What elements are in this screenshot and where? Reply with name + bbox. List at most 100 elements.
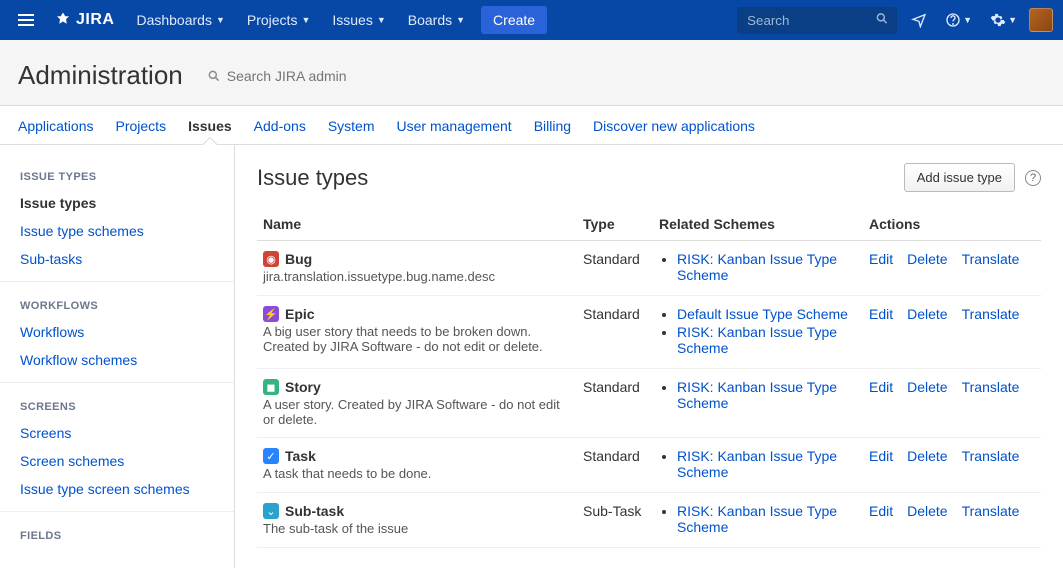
user-avatar[interactable] bbox=[1029, 8, 1053, 32]
tab-user-management[interactable]: User management bbox=[397, 118, 512, 144]
issue-type-type: Standard bbox=[577, 241, 653, 296]
sidebar-item-workflow-schemes[interactable]: Workflow schemes bbox=[0, 346, 234, 374]
issue-type-description: jira.translation.issuetype.bug.name.desc bbox=[263, 269, 571, 284]
add-issue-type-button[interactable]: Add issue type bbox=[904, 163, 1015, 192]
table-row: ⚡ Epic A big user story that needs to be… bbox=[257, 296, 1041, 369]
issue-type-name: Story bbox=[285, 379, 321, 395]
tab-system[interactable]: System bbox=[328, 118, 375, 144]
nav-item-label: Projects bbox=[247, 12, 298, 28]
jira-logo[interactable]: JIRA bbox=[54, 11, 114, 29]
nav-item-projects[interactable]: Projects ▼ bbox=[237, 4, 321, 36]
scheme-link[interactable]: RISK: Kanban Issue Type Scheme bbox=[677, 503, 837, 535]
nav-right-icons: ▼ ▼ bbox=[905, 6, 1053, 34]
issue-type-type: Standard bbox=[577, 369, 653, 438]
global-search-input[interactable] bbox=[737, 7, 897, 34]
scheme-link[interactable]: RISK: Kanban Issue Type Scheme bbox=[677, 251, 837, 283]
issue-type-description: A task that needs to be done. bbox=[263, 466, 571, 481]
issue-type-name: Bug bbox=[285, 251, 312, 267]
sidebar-item-sub-tasks[interactable]: Sub-tasks bbox=[0, 245, 234, 273]
sidebar-section-title: ISSUE TYPES bbox=[0, 161, 234, 189]
issue-type-description: A user story. Created by JIRA Software -… bbox=[263, 397, 571, 427]
delete-link[interactable]: Delete bbox=[907, 503, 947, 519]
issue-type-type: Sub-Task bbox=[577, 493, 653, 548]
table-row: ✓ Task A task that needs to be done. Sta… bbox=[257, 438, 1041, 493]
tab-projects[interactable]: Projects bbox=[116, 118, 167, 144]
search-icon bbox=[207, 69, 221, 83]
delete-link[interactable]: Delete bbox=[907, 306, 947, 322]
issue-type-name: Sub-task bbox=[285, 503, 344, 519]
nav-item-label: Boards bbox=[408, 12, 452, 28]
content-title: Issue types bbox=[257, 165, 368, 191]
help-icon[interactable]: ▼ bbox=[939, 6, 978, 34]
app-switcher-icon[interactable] bbox=[10, 6, 42, 34]
translate-link[interactable]: Translate bbox=[962, 503, 1020, 519]
edit-link[interactable]: Edit bbox=[869, 251, 893, 267]
issue-type-icon: ◉ bbox=[263, 251, 279, 267]
delete-link[interactable]: Delete bbox=[907, 448, 947, 464]
sidebar-item-issue-type-screen-schemes[interactable]: Issue type screen schemes bbox=[0, 475, 234, 503]
delete-link[interactable]: Delete bbox=[907, 251, 947, 267]
sidebar-item-issue-types[interactable]: Issue types bbox=[0, 189, 234, 217]
table-row: ◉ Bug jira.translation.issuetype.bug.nam… bbox=[257, 241, 1041, 296]
nav-item-issues[interactable]: Issues ▼ bbox=[322, 4, 395, 36]
edit-link[interactable]: Edit bbox=[869, 503, 893, 519]
tab-applications[interactable]: Applications bbox=[18, 118, 94, 144]
settings-icon[interactable]: ▼ bbox=[984, 6, 1023, 34]
scheme-link[interactable]: RISK: Kanban Issue Type Scheme bbox=[677, 324, 837, 356]
tab-issues[interactable]: Issues bbox=[188, 118, 232, 144]
related-schemes: RISK: Kanban Issue Type Scheme bbox=[653, 241, 863, 296]
nav-item-dashboards[interactable]: Dashboards ▼ bbox=[126, 4, 234, 36]
translate-link[interactable]: Translate bbox=[962, 251, 1020, 267]
scheme-link[interactable]: Default Issue Type Scheme bbox=[677, 306, 848, 322]
body-area: ISSUE TYPESIssue typesIssue type schemes… bbox=[0, 145, 1063, 568]
translate-link[interactable]: Translate bbox=[962, 379, 1020, 395]
logo-text: JIRA bbox=[76, 11, 114, 29]
translate-link[interactable]: Translate bbox=[962, 448, 1020, 464]
translate-link[interactable]: Translate bbox=[962, 306, 1020, 322]
chevron-down-icon: ▼ bbox=[377, 15, 386, 25]
issue-type-type: Standard bbox=[577, 296, 653, 369]
scheme-link[interactable]: RISK: Kanban Issue Type Scheme bbox=[677, 379, 837, 411]
feedback-icon[interactable] bbox=[905, 6, 933, 34]
tab-discover-new-applications[interactable]: Discover new applications bbox=[593, 118, 755, 144]
admin-header: Administration bbox=[0, 40, 1063, 106]
sidebar-item-screens[interactable]: Screens bbox=[0, 419, 234, 447]
issue-type-name: Task bbox=[285, 448, 316, 464]
column-header: Type bbox=[577, 208, 653, 241]
delete-link[interactable]: Delete bbox=[907, 379, 947, 395]
chevron-down-icon: ▼ bbox=[301, 15, 310, 25]
sidebar-item-screen-schemes[interactable]: Screen schemes bbox=[0, 447, 234, 475]
related-schemes: RISK: Kanban Issue Type Scheme bbox=[653, 369, 863, 438]
create-button[interactable]: Create bbox=[481, 6, 547, 34]
jira-logo-icon bbox=[54, 11, 72, 29]
sidebar-section-title: WORKFLOWS bbox=[0, 290, 234, 318]
edit-link[interactable]: Edit bbox=[869, 379, 893, 395]
edit-link[interactable]: Edit bbox=[869, 306, 893, 322]
tab-add-ons[interactable]: Add-ons bbox=[254, 118, 306, 144]
scheme-link[interactable]: RISK: Kanban Issue Type Scheme bbox=[677, 448, 837, 480]
context-help-icon[interactable]: ? bbox=[1025, 170, 1041, 186]
issue-type-icon: ⌄ bbox=[263, 503, 279, 519]
admin-tabs: Applications Projects Issues Add-ons System U… bbox=[0, 106, 1063, 145]
issue-type-icon: ⚡ bbox=[263, 306, 279, 322]
nav-item-label: Issues bbox=[332, 12, 372, 28]
tab-billing[interactable]: Billing bbox=[534, 118, 571, 144]
nav-item-boards[interactable]: Boards ▼ bbox=[398, 4, 475, 36]
search-wrap bbox=[737, 7, 897, 34]
issue-type-name: Epic bbox=[285, 306, 315, 322]
admin-search-wrap bbox=[207, 68, 427, 84]
sidebar-section-title: SCREENS bbox=[0, 391, 234, 419]
edit-link[interactable]: Edit bbox=[869, 448, 893, 464]
sidebar-item-issue-type-schemes[interactable]: Issue type schemes bbox=[0, 217, 234, 245]
sidebar-item-workflows[interactable]: Workflows bbox=[0, 318, 234, 346]
primary-nav: Dashboards ▼Projects ▼Issues ▼Boards ▼ bbox=[126, 4, 475, 36]
table-row: ⌄ Sub-task The sub-task of the issue Sub… bbox=[257, 493, 1041, 548]
related-schemes: RISK: Kanban Issue Type Scheme bbox=[653, 493, 863, 548]
chevron-down-icon: ▼ bbox=[216, 15, 225, 25]
content-header: Issue types Add issue type ? bbox=[257, 163, 1041, 192]
column-header: Actions bbox=[863, 208, 1041, 241]
issue-types-table: NameTypeRelated SchemesActions ◉ Bug jir… bbox=[257, 208, 1041, 548]
page-title: Administration bbox=[18, 60, 183, 91]
issue-type-icon: ✓ bbox=[263, 448, 279, 464]
admin-search-input[interactable] bbox=[227, 68, 427, 84]
